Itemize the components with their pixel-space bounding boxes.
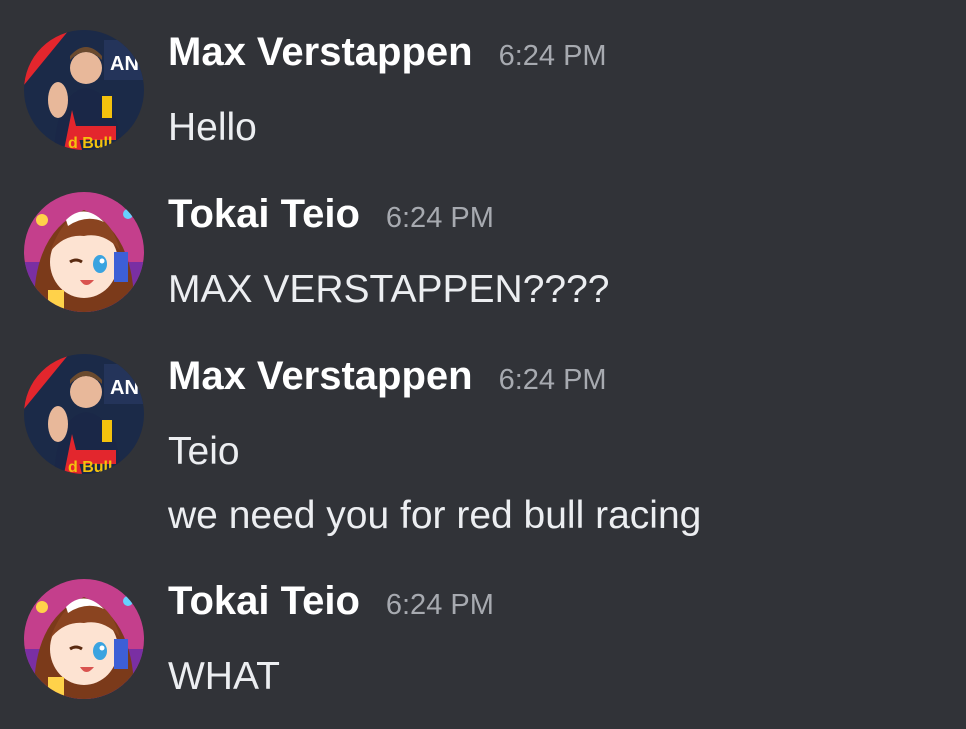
message-header: Tokai Teio 6:24 PM [168,192,494,240]
author-name[interactable]: Max Verstappen [168,30,473,75]
message-timestamp: 6:24 PM [385,589,494,621]
race-driver-avatar-icon[interactable]: AN d Bull [24,30,144,150]
author-name[interactable]: Max Verstappen [168,354,473,399]
svg-text:d Bull: d Bull [68,459,112,474]
author-name[interactable]: Tokai Teio [168,192,360,237]
message-timestamp: 6:24 PM [385,202,494,234]
anime-girl-avatar-icon[interactable] [24,192,144,312]
message-text: Teio [168,430,240,473]
svg-text:d Bull: d Bull [68,135,112,150]
message-timestamp: 6:24 PM [498,40,607,72]
author-name[interactable]: Tokai Teio [168,579,360,624]
message-header: Tokai Teio 6:24 PM [168,579,494,627]
race-driver-avatar-icon[interactable]: AN d Bull [24,354,144,474]
anime-girl-avatar-icon[interactable] [24,579,144,699]
message-text: WHAT [168,655,280,698]
message-text: we need you for red bull racing [168,494,702,537]
message-text: Hello [168,106,257,149]
message-timestamp: 6:24 PM [498,364,607,396]
svg-text:AN: AN [110,53,139,75]
chat-messages: AN d Bull Max Verstappen 6:24 PM Hello T… [0,0,966,729]
message-header: Max Verstappen 6:24 PM [168,30,607,78]
message-text: MAX VERSTAPPEN???? [168,268,610,311]
svg-text:AN: AN [110,377,139,399]
message-header: Max Verstappen 6:24 PM [168,354,607,402]
